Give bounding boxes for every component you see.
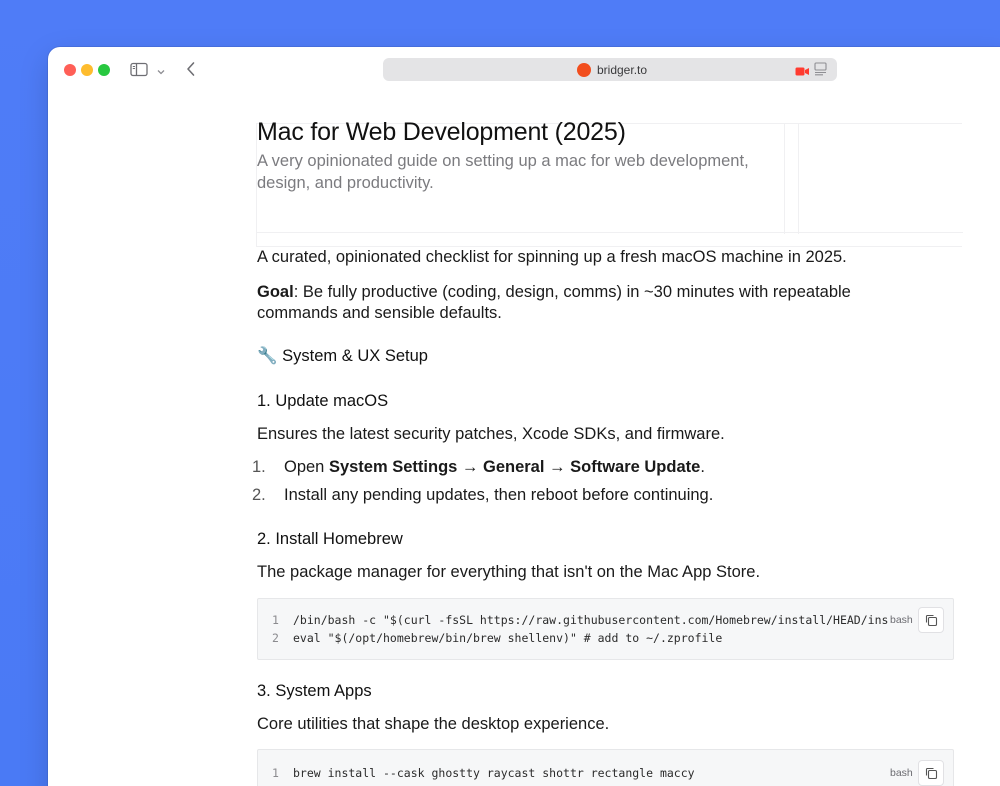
system-settings-label: System Settings bbox=[328, 458, 458, 476]
address-bar[interactable]: bridger.to bbox=[383, 58, 837, 81]
line-number: 2 bbox=[272, 631, 279, 645]
page-subtitle: A very opinionated guide on setting up a… bbox=[257, 152, 749, 192]
step-description: Ensures the latest security patches, Xco… bbox=[257, 425, 725, 443]
code-text: eval "$(/opt/homebrew/bin/brew shellenv)… bbox=[293, 631, 723, 645]
code-text: /bin/bash -c "$(curl -fsSL https://raw.g… bbox=[293, 613, 888, 627]
minimize-window-button[interactable] bbox=[81, 64, 93, 76]
chevron-down-icon[interactable] bbox=[156, 64, 166, 75]
reader-mode-icon[interactable] bbox=[814, 62, 827, 76]
step-heading: 1. Update macOS bbox=[257, 392, 389, 410]
intro-paragraph: A curated, opinionated checklist for spi… bbox=[257, 248, 847, 266]
copy-code-button[interactable] bbox=[918, 607, 944, 633]
url-text: bridger.to bbox=[597, 63, 648, 77]
arrow-text: → bbox=[457, 458, 483, 476]
goal-text: : Be fully productive (coding, design, c… bbox=[257, 283, 851, 322]
step-heading: 2. Install Homebrew bbox=[257, 530, 403, 548]
back-arrow-icon[interactable] bbox=[184, 60, 198, 78]
list-number: 2. bbox=[252, 486, 266, 504]
section-heading: 🔧 System & UX Setup bbox=[257, 347, 428, 365]
header-divider bbox=[798, 124, 799, 234]
list-text: Open bbox=[284, 458, 329, 476]
maximize-window-button[interactable] bbox=[98, 64, 110, 76]
goal-paragraph: Goal: Be fully productive (coding, desig… bbox=[257, 282, 907, 324]
list-number: 1. bbox=[252, 458, 266, 476]
list-text: Install any pending updates, then reboot… bbox=[284, 486, 714, 504]
code-language-label: bash bbox=[890, 614, 913, 626]
header-divider bbox=[257, 232, 963, 233]
page-title: Mac for Web Development (2025) bbox=[257, 118, 626, 146]
goal-label: Goal bbox=[257, 283, 294, 301]
step-description: Core utilities that shape the desktop ex… bbox=[257, 715, 610, 733]
step-heading: 3. System Apps bbox=[257, 682, 372, 700]
copy-icon bbox=[925, 767, 938, 780]
arrow-text: → bbox=[544, 458, 571, 476]
code-line: 1 /bin/bash -c "$(curl -fsSL https://raw… bbox=[258, 613, 888, 629]
camera-recording-icon[interactable] bbox=[795, 64, 810, 76]
list-text: . bbox=[700, 458, 705, 476]
step-description: The package manager for everything that … bbox=[257, 563, 761, 581]
sidebar-toggle-icon[interactable] bbox=[130, 62, 148, 77]
copy-code-button[interactable] bbox=[918, 760, 944, 786]
site-favicon-icon bbox=[577, 63, 591, 77]
browser-toolbar: bridger.to bbox=[48, 47, 1000, 93]
line-number: 1 bbox=[272, 613, 279, 627]
code-block: 1 brew install --cask ghostty raycast sh… bbox=[257, 749, 954, 786]
close-window-button[interactable] bbox=[64, 64, 76, 76]
software-update-label: Software Update bbox=[570, 458, 701, 476]
line-number: 1 bbox=[272, 766, 279, 780]
code-text: brew install --cask ghostty raycast shot… bbox=[293, 766, 695, 780]
code-language-label: bash bbox=[890, 767, 913, 779]
code-block: 1 /bin/bash -c "$(curl -fsSL https://raw… bbox=[257, 598, 954, 660]
browser-window: bridger.to Mac for Web Development (2025… bbox=[48, 47, 1000, 786]
general-label: General bbox=[483, 458, 545, 476]
copy-icon bbox=[925, 614, 938, 627]
